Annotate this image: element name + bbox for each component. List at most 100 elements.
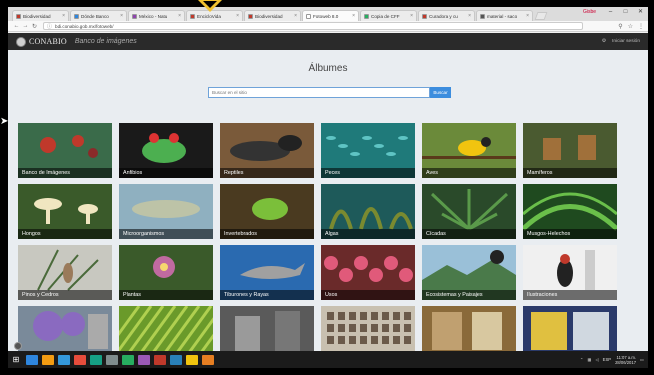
taskbar-app-icon[interactable] xyxy=(26,354,38,365)
site-header: CONABIO Banco de imágenes ⚙ Iniciar sesi… xyxy=(8,33,648,50)
forward-icon[interactable]: → xyxy=(21,23,30,29)
tab-close-icon[interactable]: × xyxy=(352,13,355,19)
browser-tab[interactable]: Fotoweb 8.0 × xyxy=(302,10,359,21)
url-text: bdi.conabio.gob.mx/fotoweb/ xyxy=(55,23,114,29)
browser-tab[interactable]: México - Natu × xyxy=(128,10,185,21)
search-button[interactable]: Buscar xyxy=(430,87,451,98)
album-tile[interactable]: Anfibios xyxy=(119,123,213,178)
tab-close-icon[interactable]: × xyxy=(120,13,123,19)
taskbar-app-icon[interactable] xyxy=(58,354,70,365)
login-link[interactable]: Iniciar sesión xyxy=(612,39,640,44)
browser-tab[interactable]: material - saco × xyxy=(476,10,533,21)
new-tab-button[interactable] xyxy=(534,12,548,20)
album-tile[interactable]: Musgos-Helechos xyxy=(523,184,617,239)
album-tile[interactable]: Mamíferos xyxy=(523,123,617,178)
taskbar-app-icon[interactable] xyxy=(154,354,166,365)
browser-tab[interactable]: Copia de CFF × xyxy=(360,10,417,21)
reload-icon[interactable]: ↻ xyxy=(30,23,39,30)
tab-label: Copia de CFF xyxy=(371,13,400,19)
search-row: Buscar xyxy=(208,87,451,98)
taskbar-app-icon[interactable] xyxy=(106,354,118,365)
logo-subtitle[interactable]: Banco de imágenes xyxy=(75,38,137,45)
album-tile[interactable]: Banco de Imágenes xyxy=(18,123,112,178)
taskbar-apps xyxy=(24,354,216,365)
album-caption: Ecosistemas y Paisajes xyxy=(422,290,516,300)
browser-tab[interactable]: Dónde Banco × xyxy=(70,10,127,21)
album-tile[interactable]: Aves xyxy=(422,123,516,178)
star-icon[interactable]: ☆ xyxy=(628,23,633,30)
tab-close-icon[interactable]: × xyxy=(526,13,529,19)
browser-toolbar: ← → ↻ ⓘ bdi.conabio.gob.mx/fotoweb/ ⚲ ☆ … xyxy=(8,21,648,32)
tab-close-icon[interactable]: × xyxy=(178,13,181,19)
system-tray: ⌃ ▦ ◁ ESP 11:07 a.m. 28/06/2017 ▭ xyxy=(580,355,648,365)
notifications-icon[interactable]: ▭ xyxy=(640,357,644,362)
browser-tab[interactable]: Curadora y cu × xyxy=(418,10,475,21)
taskbar-app-icon[interactable] xyxy=(122,354,134,365)
album-tile[interactable]: Invertebrados xyxy=(220,184,314,239)
tab-close-icon[interactable]: × xyxy=(236,13,239,19)
album-caption: Peces xyxy=(321,168,415,178)
album-tile[interactable]: Peces xyxy=(321,123,415,178)
page-content: Álbumes Buscar Banco de Imágenes Anfibios… xyxy=(8,50,648,361)
taskbar-app-icon[interactable] xyxy=(170,354,182,365)
album-tile[interactable]: Ecosistemas y Paisajes xyxy=(422,245,516,300)
album-caption: Banco de Imágenes xyxy=(18,168,112,178)
close-icon[interactable]: ✕ xyxy=(633,7,648,17)
album-tile[interactable]: Plantas xyxy=(119,245,213,300)
album-tile[interactable]: Cícadas xyxy=(422,184,516,239)
maximize-icon[interactable]: □ xyxy=(618,7,633,17)
album-tile[interactable]: Hongos xyxy=(18,184,112,239)
info-icon[interactable]: ⓘ xyxy=(47,23,52,30)
menu-icon[interactable]: ⋮ xyxy=(638,23,644,30)
back-icon[interactable]: ← xyxy=(12,23,21,29)
album-tile[interactable]: Usos xyxy=(321,245,415,300)
tools-icon[interactable]: ⚙ xyxy=(602,39,606,44)
zoom-icon[interactable]: ⚲ xyxy=(618,23,622,30)
profile-name[interactable]: Gisbe xyxy=(583,9,596,15)
mouse-cursor-icon: ➤ xyxy=(0,116,9,127)
tab-favicon-icon xyxy=(306,13,311,19)
tab-label: EncicloVida xyxy=(197,13,221,19)
browser-tab[interactable]: Biodiversidad × xyxy=(244,10,301,21)
page-title: Álbumes xyxy=(308,63,348,74)
browser-tab[interactable]: Biodiversidad × xyxy=(12,10,69,21)
language-indicator[interactable]: ESP xyxy=(603,357,611,362)
floating-widget-icon[interactable] xyxy=(14,342,22,350)
search-input[interactable] xyxy=(208,87,430,98)
minimize-icon[interactable]: – xyxy=(603,7,618,17)
album-caption: Pinos y Cedros xyxy=(18,290,112,300)
album-caption: Ilustraciones xyxy=(523,290,617,300)
window-controls: – □ ✕ xyxy=(603,7,648,17)
album-caption: Tiburones y Rayas xyxy=(220,290,314,300)
album-tile[interactable]: Pinos y Cedros xyxy=(18,245,112,300)
album-tile[interactable]: Microorganismos xyxy=(119,184,213,239)
album-tile[interactable]: Ilustraciones xyxy=(523,245,617,300)
tab-label: material - saco xyxy=(487,13,518,19)
address-bar[interactable]: ⓘ bdi.conabio.gob.mx/fotoweb/ xyxy=(43,22,583,30)
taskbar-app-icon[interactable] xyxy=(90,354,102,365)
tab-close-icon[interactable]: × xyxy=(294,13,297,19)
volume-icon[interactable]: ◁ xyxy=(595,357,598,362)
tab-strip: Biodiversidad × Dónde Banco × México - Natu ×… xyxy=(8,7,648,21)
conabio-logo-icon[interactable] xyxy=(16,36,26,47)
windows-start-icon[interactable]: ⊞ xyxy=(8,355,24,364)
network-icon[interactable]: ▦ xyxy=(587,357,591,362)
taskbar-app-icon[interactable] xyxy=(42,354,54,365)
album-tile[interactable]: Algas xyxy=(321,184,415,239)
album-caption: Invertebrados xyxy=(220,229,314,239)
logo-text[interactable]: CONABIO xyxy=(29,37,67,46)
tab-list: Biodiversidad × Dónde Banco × México - Natu ×… xyxy=(12,10,534,21)
taskbar-app-icon[interactable] xyxy=(186,354,198,365)
tray-up-icon[interactable]: ⌃ xyxy=(580,357,584,362)
album-tile[interactable]: Reptiles xyxy=(220,123,314,178)
tab-close-icon[interactable]: × xyxy=(410,13,413,19)
clock[interactable]: 11:07 a.m. 28/06/2017 xyxy=(615,355,636,365)
taskbar-app-icon[interactable] xyxy=(202,354,214,365)
tab-close-icon[interactable]: × xyxy=(62,13,65,19)
album-caption: Plantas xyxy=(119,290,213,300)
album-caption: Microorganismos xyxy=(119,229,213,239)
taskbar-app-icon[interactable] xyxy=(138,354,150,365)
taskbar-app-icon[interactable] xyxy=(74,354,86,365)
tab-close-icon[interactable]: × xyxy=(468,13,471,19)
album-tile[interactable]: Tiburones y Rayas xyxy=(220,245,314,300)
